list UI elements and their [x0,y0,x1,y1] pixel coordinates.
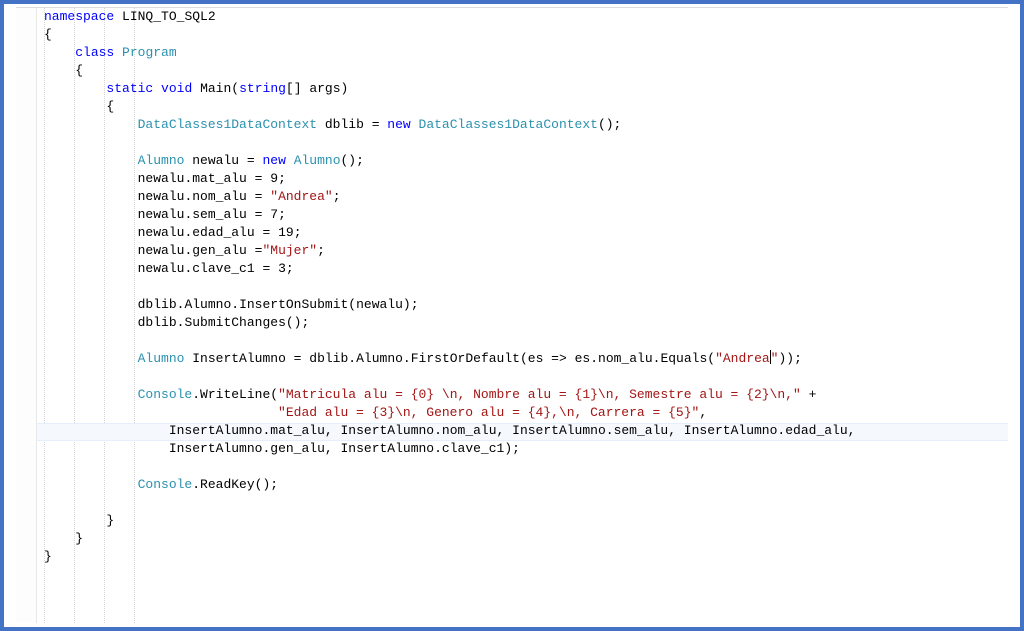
arg-mat-alu: mat_alu [270,423,325,438]
kw-void: void [161,81,192,96]
ref-newalu-4: newalu [138,225,185,240]
ref-dblib-2: dblib [138,315,177,330]
code-editor[interactable]: namespace LINQ_TO_SQL2 { class Program {… [16,7,1008,623]
val-clave-c1: 3 [278,261,286,276]
kw-string: string [239,81,286,96]
arg-newalu: newalu [356,297,403,312]
member-mat-alu: mat_alu [192,171,247,186]
type-console-1: Console [138,387,193,402]
arg-ia-2: InsertAlumno [340,423,434,438]
method-main: Main [200,81,231,96]
arg-ia-1: InsertAlumno [169,423,263,438]
member-clave-c1: clave_c1 [192,261,254,276]
window-frame: namespace LINQ_TO_SQL2 { class Program {… [0,0,1024,631]
kw-namespace: namespace [44,9,114,24]
kw-class: class [75,45,114,60]
lambda-param: es [528,351,544,366]
member-nom-alu: nom_alu [192,189,247,204]
var-newalu: newalu [192,153,239,168]
val-mat-alu: 9 [270,171,278,186]
member-edad-alu: edad_alu [192,225,254,240]
call-writeline: WriteLine [200,387,270,402]
member-gen-alu: gen_alu [192,243,247,258]
ref-newalu-6: newalu [138,261,185,276]
val-nom-alu: "Andrea" [270,189,332,204]
type-datacontext-2: DataClasses1DataContext [419,117,598,132]
ref-alumno-table-2: Alumno [356,351,403,366]
arg-nom-alu: nom_alu [442,423,497,438]
val-sem-alu: 7 [270,207,278,222]
kw-new-2: new [262,153,285,168]
arg-sem-alu: sem_alu [614,423,669,438]
fmt-str-1: "Matricula alu = {0} \n, Nombre alu = {1… [278,387,801,402]
val-edad-alu: 19 [278,225,294,240]
kw-static: static [106,81,153,96]
arg-ia-6: InsertAlumno [340,441,434,456]
ref-newalu-5: newalu [138,243,185,258]
type-console-2: Console [138,477,193,492]
code-content[interactable]: namespace LINQ_TO_SQL2 { class Program {… [16,8,1008,566]
namespace-name: LINQ_TO_SQL2 [122,9,216,24]
lambda-es: es [575,351,591,366]
ref-newalu-2: newalu [138,189,185,204]
type-alumno-2: Alumno [294,153,341,168]
type-alumno-1: Alumno [138,153,185,168]
arg-ia-3: InsertAlumno [512,423,606,438]
arg-ia-5: InsertAlumno [169,441,263,456]
call-insertonsubmit: InsertOnSubmit [239,297,348,312]
val-gen-alu: "Mujer" [262,243,317,258]
call-firstordefault: FirstOrDefault [411,351,520,366]
var-dblib: dblib [325,117,364,132]
str-andrea-close: " [771,351,779,366]
type-alumno-3: Alumno [138,351,185,366]
arg-ia-4: InsertAlumno [684,423,778,438]
call-equals: Equals [660,351,707,366]
type-program: Program [122,45,177,60]
ref-dblib-3: dblib [309,351,348,366]
member-sem-alu: sem_alu [192,207,247,222]
arg-edad-alu: edad_alu [785,423,847,438]
ref-alumno-table-1: Alumno [184,297,231,312]
str-andrea-open: "Andrea [715,351,770,366]
call-submitchanges: SubmitChanges [184,315,285,330]
ref-newalu-3: newalu [138,207,185,222]
arg-clave-c1: clave_c1 [442,441,504,456]
var-insertalumno: InsertAlumno [192,351,286,366]
lambda-nom-alu: nom_alu [598,351,653,366]
type-datacontext-1: DataClasses1DataContext [138,117,317,132]
param-args: args [309,81,340,96]
ref-dblib-1: dblib [138,297,177,312]
ref-newalu-1: newalu [138,171,185,186]
fmt-str-2: "Edad alu = {3}\n, Genero alu = {4},\n, … [278,405,699,420]
arg-gen-alu: gen_alu [270,441,325,456]
call-readkey: ReadKey [200,477,255,492]
kw-new-1: new [387,117,410,132]
